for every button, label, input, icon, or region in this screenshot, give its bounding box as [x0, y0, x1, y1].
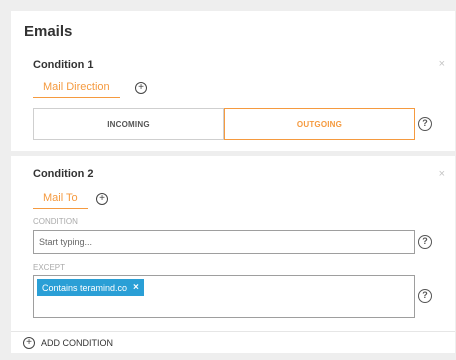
- add-condition-label: ADD CONDITION: [41, 338, 113, 348]
- condition-input[interactable]: Start typing...: [33, 230, 415, 254]
- incoming-option[interactable]: INCOMING: [33, 108, 224, 140]
- condition-1-card: Emails Condition 1 × Mail Direction + IN…: [11, 11, 455, 151]
- tab-mail-to[interactable]: Mail To: [33, 192, 88, 209]
- close-icon[interactable]: ×: [439, 58, 445, 70]
- outgoing-option[interactable]: OUTGOING: [224, 108, 415, 140]
- tag-remove-icon[interactable]: ×: [133, 282, 139, 293]
- except-tag-label: Contains teramind.co: [42, 282, 128, 293]
- condition-1-title: Condition 1: [33, 59, 94, 71]
- close-icon[interactable]: ×: [439, 168, 445, 180]
- condition-2-card: Condition 2 × Mail To + CONDITION Start …: [11, 156, 455, 331]
- help-icon[interactable]: ?: [418, 289, 432, 303]
- add-circle-icon: +: [23, 337, 35, 349]
- footer: + ADD CONDITION: [11, 331, 455, 353]
- condition-label: CONDITION: [33, 217, 78, 226]
- mail-direction-toggle: INCOMING OUTGOING: [33, 108, 415, 140]
- except-input[interactable]: Contains teramind.co ×: [33, 275, 415, 318]
- help-icon[interactable]: ?: [418, 235, 432, 249]
- add-field-icon[interactable]: +: [135, 82, 147, 94]
- help-icon[interactable]: ?: [418, 117, 432, 131]
- except-tag: Contains teramind.co ×: [37, 279, 144, 296]
- add-field-icon[interactable]: +: [96, 193, 108, 205]
- tab-mail-direction[interactable]: Mail Direction: [33, 81, 120, 98]
- except-label: EXCEPT: [33, 263, 66, 272]
- add-condition-button[interactable]: + ADD CONDITION: [23, 337, 113, 349]
- condition-2-title: Condition 2: [33, 168, 94, 180]
- page-title: Emails: [24, 23, 73, 40]
